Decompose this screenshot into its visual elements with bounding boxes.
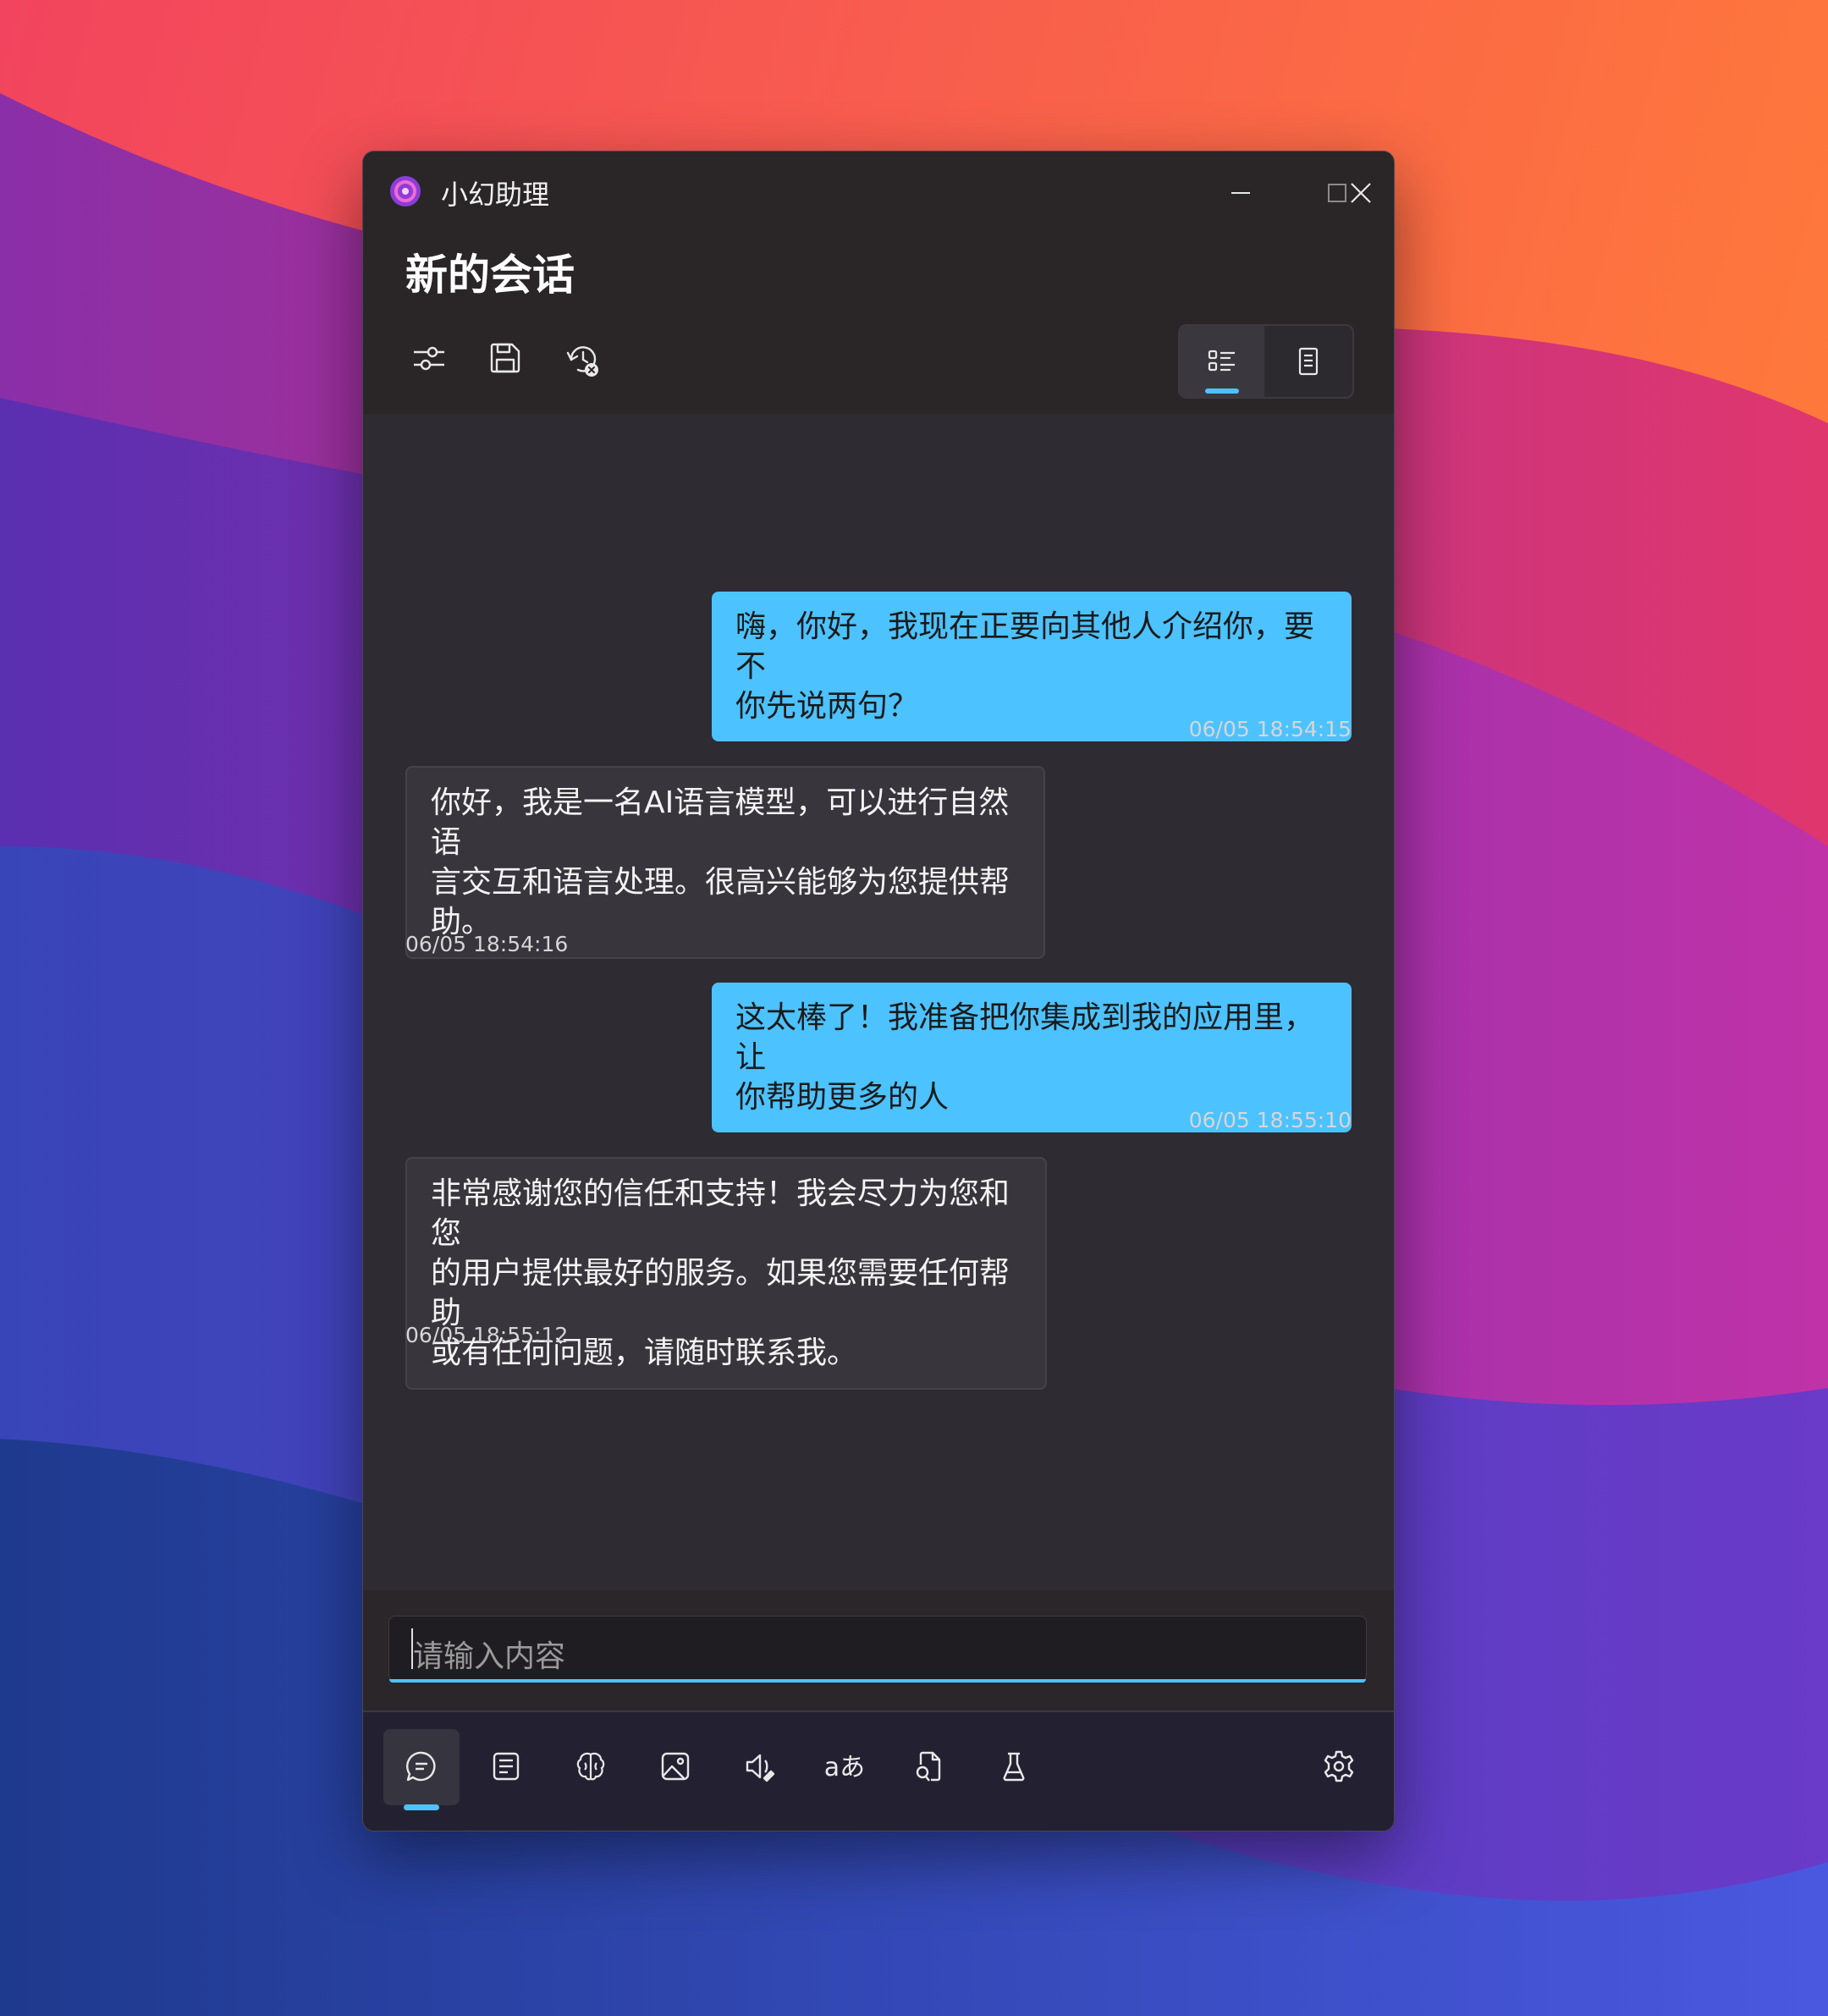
message-input[interactable]: 请输入内容 (388, 1616, 1367, 1683)
page-title: 新的会话 (405, 251, 575, 300)
brain-icon (576, 1752, 605, 1781)
app-title: 小幻助理 (441, 179, 550, 211)
settings-icon (1324, 1750, 1354, 1782)
selection-indicator (1205, 388, 1239, 394)
save-session-button[interactable] (478, 331, 532, 385)
nav-image[interactable] (637, 1729, 713, 1805)
close-button[interactable] (1319, 168, 1379, 218)
clear-history-icon (566, 346, 598, 377)
nav-selection-indicator (404, 1804, 439, 1810)
nav-speech[interactable] (722, 1729, 798, 1805)
bottom-navigation: aあ (363, 1710, 1394, 1831)
input-focus-underline (389, 1679, 1366, 1683)
message-timestamp: 06/05 18:55:12 (405, 1323, 569, 1347)
chat-icon (406, 1751, 436, 1782)
list-view-icon (1208, 350, 1235, 372)
document-search-icon (916, 1751, 941, 1782)
close-icon (1351, 183, 1371, 203)
notes-icon (493, 1752, 520, 1781)
image-icon (661, 1752, 690, 1781)
assistant-message[interactable]: 你好，我是一名AI语言模型，可以进行自然语 言交互和语言处理。很高兴能够为您提供… (405, 766, 1045, 959)
app-window: 小幻助理 新的会话 嗨，你好，我现在正要向其他人介绍你，要不 你先说两句？ 06… (362, 151, 1395, 1831)
sliders-icon (414, 346, 444, 371)
speech-icon (746, 1754, 775, 1782)
title-bar[interactable]: 小幻助理 (363, 151, 1394, 228)
view-toggle (1178, 324, 1354, 399)
nav-settings[interactable] (1301, 1729, 1377, 1805)
message-timestamp: 06/05 18:54:16 (405, 932, 569, 956)
translate-icon: aあ (823, 1753, 866, 1782)
assistant-message[interactable]: 非常感谢您的信任和支持！我会尽力为您和您 的用户提供最好的服务。如果您需要任何帮… (405, 1157, 1047, 1390)
document-view-button[interactable] (1266, 326, 1351, 397)
minimize-icon (1231, 192, 1250, 194)
message-timestamp: 06/05 18:55:10 (1188, 1108, 1352, 1132)
clear-history-button[interactable] (554, 331, 608, 385)
nav-brain[interactable] (553, 1729, 629, 1805)
document-view-icon (1298, 347, 1319, 376)
message-timestamp: 06/05 18:54:15 (1188, 717, 1352, 741)
app-logo-icon (390, 176, 421, 207)
nav-notes[interactable] (468, 1729, 544, 1805)
list-view-button[interactable] (1180, 326, 1264, 397)
nav-translate[interactable]: aあ (807, 1729, 883, 1805)
nav-lab[interactable] (976, 1729, 1052, 1805)
composer: 请输入内容 (363, 1590, 1394, 1710)
nav-document-search[interactable] (891, 1729, 967, 1805)
message-list[interactable]: 嗨，你好，我现在正要向其他人介绍你，要不 你先说两句？ 06/05 18:54:… (363, 414, 1394, 1590)
session-settings-button[interactable] (402, 331, 456, 385)
minimize-button[interactable] (1211, 168, 1270, 218)
input-placeholder: 请输入内容 (413, 1639, 566, 1674)
lab-icon (1003, 1752, 1025, 1782)
nav-chat[interactable] (383, 1729, 460, 1810)
save-icon (490, 343, 520, 373)
